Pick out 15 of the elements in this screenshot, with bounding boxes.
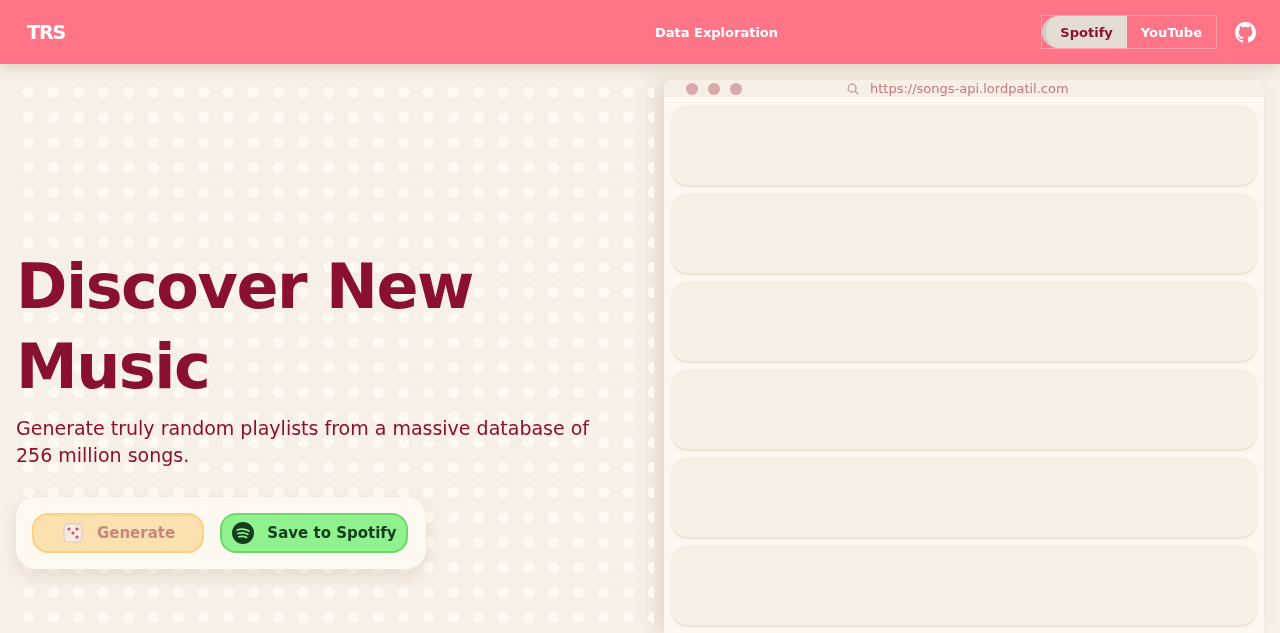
window-dot: [708, 82, 720, 95]
window-dot: [686, 82, 698, 95]
save-button[interactable]: Save to Spotify: [220, 513, 408, 553]
url-text: https://songs-api.lordpatil.com: [870, 81, 1069, 96]
github-icon[interactable]: [1235, 21, 1256, 43]
search-icon: [846, 81, 860, 96]
spotify-icon: [231, 521, 256, 545]
window-dot: [730, 82, 742, 95]
nav-link[interactable]: Data Exploration: [407, 24, 1026, 40]
hero-subtitle: Generate truly random playlists from a massive database of 256 million songs.: [16, 416, 591, 468]
dice-icon: [60, 521, 85, 545]
hero-title: Discover New Music: [16, 249, 474, 405]
logo[interactable]: TRS: [27, 21, 277, 43]
platform-tab[interactable]: Spotify: [1042, 16, 1127, 48]
platform-tab[interactable]: YouTube: [1126, 16, 1216, 48]
